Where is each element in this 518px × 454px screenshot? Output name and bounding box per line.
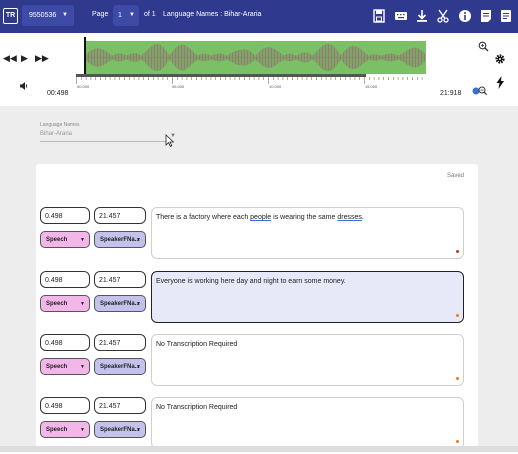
chevron-down-icon: ▼ bbox=[62, 12, 68, 18]
scissors-icon[interactable] bbox=[436, 9, 450, 23]
page-count: of 1 bbox=[144, 11, 156, 18]
play-icon[interactable]: ▶ bbox=[21, 53, 28, 64]
chevron-down-icon: ▼ bbox=[80, 301, 85, 307]
segment-type-value: Speech bbox=[46, 237, 68, 243]
status-dot bbox=[456, 440, 459, 443]
start-time-input[interactable]: 0.498 bbox=[40, 207, 90, 224]
language-names-field[interactable]: Language Names Bihar-Araria ▼ bbox=[40, 122, 176, 142]
chevron-down-icon: ▼ bbox=[136, 237, 141, 243]
end-time-input[interactable]: 21.457 bbox=[94, 334, 146, 351]
zoom-in-icon[interactable] bbox=[478, 41, 489, 52]
page-select[interactable]: 1 ▼ bbox=[113, 5, 139, 26]
zoom-out-icon[interactable] bbox=[472, 85, 488, 97]
volume-icon[interactable] bbox=[19, 81, 29, 91]
chevron-down-icon: ▼ bbox=[136, 427, 141, 433]
mouse-pointer-icon bbox=[165, 134, 174, 147]
transcript-textarea[interactable]: No Transcription Required bbox=[151, 334, 464, 386]
segment-type-select[interactable]: Speech ▼ bbox=[40, 231, 90, 248]
speaker-select[interactable]: SpeakerFNa... ▼ bbox=[94, 421, 146, 438]
keyboard-icon[interactable] bbox=[394, 9, 408, 23]
status-dot bbox=[456, 377, 459, 380]
gear-icon[interactable] bbox=[494, 53, 506, 65]
tick-label: 15.000 bbox=[365, 84, 378, 89]
segment-row: 0.498 21.457 Speech ▼ SpeakerFNa... ▼ No T… bbox=[40, 334, 478, 389]
current-time: 00:498 bbox=[47, 90, 69, 97]
speaker-select[interactable]: SpeakerFNa... ▼ bbox=[94, 231, 146, 248]
segment-row: 0.498 21.457 Speech ▼ SpeakerFNa... ▼ Ever… bbox=[40, 271, 478, 326]
playhead[interactable] bbox=[84, 37, 86, 77]
transcript-text: No Transcription Required bbox=[156, 341, 238, 348]
page-label: Page bbox=[92, 11, 109, 18]
rewind-icon[interactable]: ◀◀ bbox=[3, 53, 17, 64]
segment-type-value: Speech bbox=[46, 427, 68, 433]
start-time-input[interactable]: 0.498 bbox=[40, 334, 90, 351]
mode-badge[interactable]: TR bbox=[3, 8, 18, 24]
waveform-graphic bbox=[84, 43, 426, 72]
transcript-text: is wearing the same bbox=[271, 214, 338, 221]
segment-row: 0.498 21.457 Speech ▼ SpeakerFNa... ▼ Ther… bbox=[40, 207, 478, 262]
transcript-text: . bbox=[361, 214, 364, 221]
lightning-icon[interactable] bbox=[496, 76, 505, 89]
chevron-down-icon: ▼ bbox=[80, 427, 85, 433]
end-time-input[interactable]: 21.457 bbox=[94, 207, 146, 224]
timeline-ruler: 00.000 05.000 10.000 15.000 bbox=[76, 77, 431, 91]
fast-forward-icon[interactable]: ▶▶ bbox=[35, 53, 49, 64]
status-dot bbox=[456, 314, 459, 317]
audio-player: ◀◀ ▶ ▶▶ 00.000 05.000 10.000 15.000 00:4… bbox=[0, 33, 518, 107]
save-icon[interactable] bbox=[372, 9, 386, 23]
speaker-select[interactable]: SpeakerFNa... ▼ bbox=[94, 295, 146, 312]
transcript-textarea[interactable]: Everyone is working here day and night t… bbox=[151, 271, 464, 323]
chevron-down-icon: ▼ bbox=[136, 364, 141, 370]
bottom-border bbox=[0, 446, 518, 452]
end-time-input[interactable]: 21.457 bbox=[94, 397, 146, 414]
segment-type-value: Speech bbox=[46, 364, 68, 370]
tick-label: 05.000 bbox=[172, 84, 185, 89]
tick-label: 00.000 bbox=[77, 84, 90, 89]
transcription-card: Saved 0.498 21.457 Speech ▼ SpeakerFNa...… bbox=[36, 164, 478, 454]
save-status: Saved bbox=[446, 173, 464, 179]
checklist-icon[interactable] bbox=[499, 9, 513, 23]
language-names-label: Language Names bbox=[40, 122, 80, 128]
language-names-value: Bihar-Araria bbox=[40, 131, 170, 142]
segment-row: 0.498 21.457 Speech ▼ SpeakerFNa... ▼ No T… bbox=[40, 397, 478, 452]
segment-type-select[interactable]: Speech ▼ bbox=[40, 358, 90, 375]
segment-type-select[interactable]: Speech ▼ bbox=[40, 295, 90, 312]
tick-label: 10.000 bbox=[269, 84, 282, 89]
speaker-value: SpeakerFNa... bbox=[100, 237, 140, 243]
speaker-value: SpeakerFNa... bbox=[100, 364, 140, 370]
transcript-text: There is a factory where each bbox=[156, 214, 251, 221]
transcript-text: No Transcription Required bbox=[156, 404, 238, 411]
start-time-input[interactable]: 0.498 bbox=[40, 397, 90, 414]
speaker-select[interactable]: SpeakerFNa... ▼ bbox=[94, 358, 146, 375]
notes-icon[interactable] bbox=[479, 9, 493, 23]
transcript-textarea[interactable]: No Transcription Required bbox=[151, 397, 464, 449]
waveform[interactable] bbox=[84, 41, 426, 74]
status-dot bbox=[456, 250, 459, 253]
top-toolbar: TR 9550536 ▼ Page 1 ▼ of 1 Language Name… bbox=[0, 0, 518, 33]
spellcheck-word[interactable]: people bbox=[250, 214, 271, 221]
segment-type-value: Speech bbox=[46, 301, 68, 307]
spellcheck-word[interactable]: dresses bbox=[337, 214, 362, 221]
segment-type-select[interactable]: Speech ▼ bbox=[40, 421, 90, 438]
speaker-value: SpeakerFNa... bbox=[100, 427, 140, 433]
page-title: Language Names : Bihar-Araria bbox=[163, 11, 262, 18]
transcript-textarea[interactable]: There is a factory where each people is … bbox=[151, 207, 464, 259]
transcript-text: Everyone is working here day and night t… bbox=[156, 278, 346, 285]
end-time-input[interactable]: 21.457 bbox=[94, 271, 146, 288]
start-time-input[interactable]: 0.498 bbox=[40, 271, 90, 288]
speaker-value: SpeakerFNa... bbox=[100, 301, 140, 307]
file-id-value: 9550536 bbox=[29, 12, 57, 19]
file-id-select[interactable]: 9550536 ▼ bbox=[22, 5, 74, 26]
chevron-down-icon: ▼ bbox=[136, 301, 141, 307]
chevron-down-icon: ▼ bbox=[80, 237, 85, 243]
chevron-down-icon: ▼ bbox=[80, 364, 85, 370]
download-icon[interactable] bbox=[415, 9, 429, 23]
info-icon[interactable] bbox=[458, 9, 472, 23]
chevron-down-icon: ▼ bbox=[129, 12, 135, 18]
ruler-ticks bbox=[76, 77, 423, 84]
total-time: 21:918 bbox=[440, 90, 462, 97]
editor-area: Language Names Bihar-Araria ▼ Saved 0.49… bbox=[0, 106, 518, 454]
page-value: 1 bbox=[118, 12, 122, 19]
